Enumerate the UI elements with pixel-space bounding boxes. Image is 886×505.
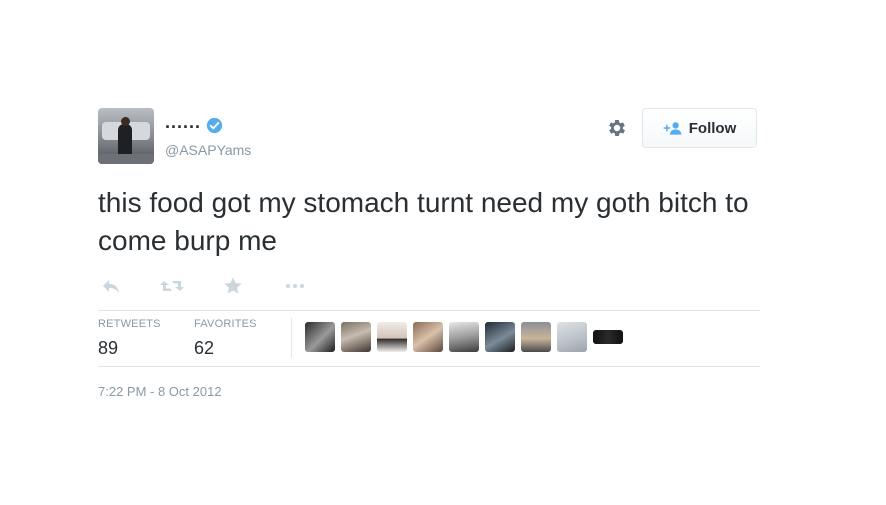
gear-icon[interactable] — [606, 117, 628, 139]
favoriter-avatar[interactable] — [521, 322, 551, 352]
favoriter-avatar[interactable] — [377, 322, 407, 352]
favoriter-avatar[interactable] — [557, 322, 587, 352]
retweets-stat[interactable]: RETWEETS 89 — [98, 318, 161, 359]
favoriter-avatar[interactable] — [341, 322, 371, 352]
add-user-icon — [663, 122, 682, 135]
verified-icon — [206, 117, 223, 134]
avatar[interactable] — [98, 108, 154, 164]
retweets-count: 89 — [98, 338, 119, 358]
stats-divider-bottom — [98, 366, 760, 367]
favoriter-avatar[interactable] — [485, 322, 515, 352]
avatar-head — [121, 117, 130, 126]
favoriter-avatar[interactable] — [449, 322, 479, 352]
favorites-stat[interactable]: FAVORITES 62 — [194, 318, 257, 359]
retweets-label: RETWEETS — [98, 318, 161, 330]
favoriter-avatar[interactable] — [305, 322, 335, 352]
star-icon[interactable] — [223, 276, 243, 296]
tweet-card: ...... @ASAPYams Follow this food got my… — [0, 0, 886, 505]
stats-divider-top — [98, 310, 760, 311]
tweet-text: this food got my stomach turnt need my g… — [98, 187, 749, 256]
favorites-label: FAVORITES — [194, 318, 257, 330]
favoriter-avatar[interactable] — [593, 330, 623, 344]
more-icon[interactable] — [284, 276, 306, 296]
user-name[interactable]: ...... — [165, 112, 201, 132]
stats-separator — [291, 318, 292, 358]
favoriter-avatar[interactable] — [413, 322, 443, 352]
favorites-count: 62 — [194, 338, 215, 358]
follow-label: Follow — [688, 119, 737, 137]
avatar-person — [118, 124, 132, 158]
tweet-timestamp[interactable]: 7:22 PM - 8 Oct 2012 — [98, 384, 222, 400]
reply-icon[interactable] — [100, 276, 122, 296]
retweet-icon[interactable] — [159, 276, 185, 296]
user-handle[interactable]: @ASAPYams — [165, 142, 251, 158]
avatar-ground — [98, 154, 154, 164]
follow-button[interactable]: Follow — [642, 108, 757, 148]
